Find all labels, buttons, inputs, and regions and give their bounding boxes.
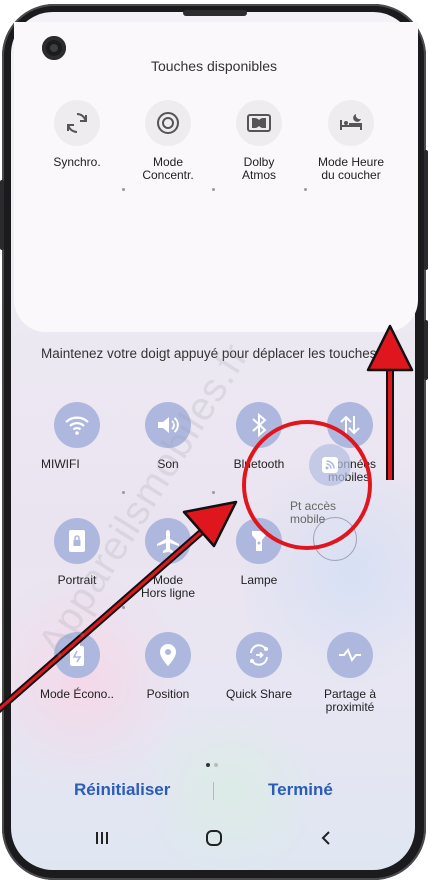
back-icon[interactable] — [311, 826, 341, 850]
button-divider — [213, 782, 214, 800]
recent-apps-icon[interactable] — [87, 826, 117, 850]
page-indicator — [206, 754, 222, 772]
reset-button[interactable]: Réinitialiser — [74, 780, 170, 800]
navigation-bar — [0, 826, 428, 850]
done-button[interactable]: Terminé — [268, 780, 333, 800]
annotation-arrows — [0, 324, 414, 714]
home-icon[interactable] — [199, 826, 229, 850]
